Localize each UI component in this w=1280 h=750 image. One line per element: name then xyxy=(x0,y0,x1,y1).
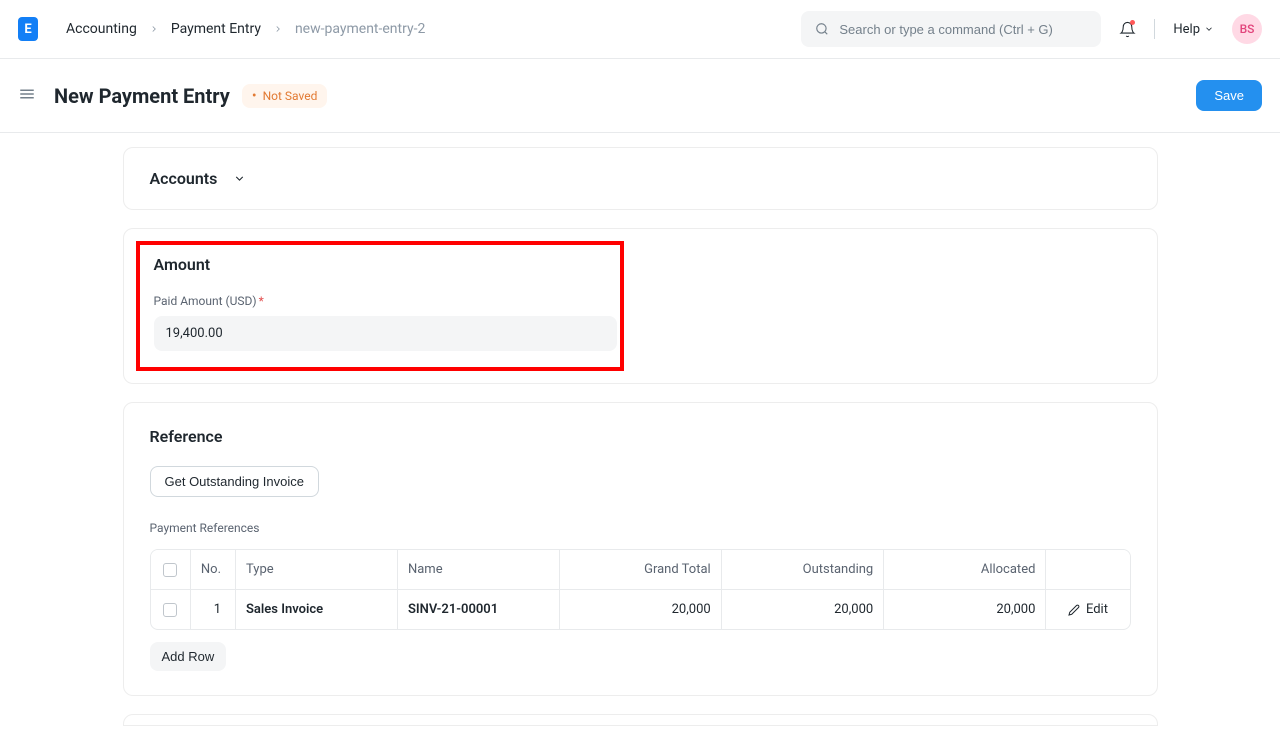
avatar[interactable]: BS xyxy=(1232,14,1262,44)
col-type-header[interactable]: Type xyxy=(236,550,398,590)
chevron-down-icon xyxy=(233,172,246,185)
search-input[interactable] xyxy=(801,11,1101,47)
paid-amount-label: Paid Amount (USD)* xyxy=(154,294,606,308)
payment-references-label: Payment References xyxy=(150,521,1131,535)
help-button[interactable]: Help xyxy=(1173,22,1214,37)
col-name-header[interactable]: Name xyxy=(397,550,559,590)
breadcrumb-accounting[interactable]: Accounting xyxy=(66,21,137,37)
col-edit-header xyxy=(1046,550,1130,590)
breadcrumb-current: new-payment-entry-2 xyxy=(295,21,425,37)
chevron-right-icon xyxy=(273,24,283,34)
select-all-checkbox[interactable] xyxy=(163,563,177,577)
breadcrumb-payment-entry[interactable]: Payment Entry xyxy=(171,21,261,37)
row-grand-total: 20,000 xyxy=(559,590,721,630)
app-logo-text: E xyxy=(24,22,31,37)
edit-label: Edit xyxy=(1086,602,1108,617)
row-checkbox[interactable] xyxy=(163,603,177,617)
row-type: Sales Invoice xyxy=(236,590,398,630)
nav-divider xyxy=(1154,19,1155,39)
page-title: New Payment Entry xyxy=(54,84,230,108)
hamburger-icon xyxy=(18,85,36,103)
chevron-right-icon xyxy=(149,24,159,34)
accounts-toggle[interactable]: Accounts xyxy=(150,169,1131,188)
app-logo[interactable]: E xyxy=(18,17,38,41)
content: Accounts Amount Paid Amount (USD)* 19,40… xyxy=(0,133,1280,750)
avatar-initials: BS xyxy=(1240,22,1255,36)
row-outstanding: 20,000 xyxy=(721,590,884,630)
save-button[interactable]: Save xyxy=(1196,80,1262,111)
table-header-row: No. Type Name Grand Total Outstanding Al… xyxy=(151,550,1130,590)
row-no: 1 xyxy=(190,590,235,630)
search-icon xyxy=(815,22,829,36)
col-allocated-header[interactable]: Allocated xyxy=(884,550,1046,590)
payment-references-table: No. Type Name Grand Total Outstanding Al… xyxy=(150,549,1131,630)
notifications-button[interactable] xyxy=(1119,21,1136,38)
status-badge: Not Saved xyxy=(242,84,327,108)
col-no-header: No. xyxy=(190,550,235,590)
menu-toggle[interactable] xyxy=(18,85,36,107)
next-section-peek xyxy=(123,714,1158,726)
search-field[interactable] xyxy=(839,22,1087,37)
amount-section: Amount Paid Amount (USD)* 19,400.00 xyxy=(123,228,1158,384)
page-header: New Payment Entry Not Saved Save xyxy=(0,59,1280,133)
amount-title: Amount xyxy=(154,255,606,274)
page-header-left: New Payment Entry Not Saved xyxy=(18,84,327,108)
reference-title: Reference xyxy=(150,427,1131,446)
navbar: E Accounting Payment Entry new-payment-e… xyxy=(0,0,1280,59)
notification-dot xyxy=(1130,20,1135,25)
edit-row-button[interactable]: Edit xyxy=(1056,602,1119,617)
row-name: SINV-21-00001 xyxy=(397,590,559,630)
accounts-title: Accounts xyxy=(150,169,218,188)
navbar-right: Help BS xyxy=(801,11,1262,47)
add-row-button[interactable]: Add Row xyxy=(150,642,227,671)
col-grandtotal-header[interactable]: Grand Total xyxy=(559,550,721,590)
status-text: Not Saved xyxy=(263,89,318,103)
amount-highlight: Amount Paid Amount (USD)* 19,400.00 xyxy=(136,241,624,371)
reference-section: Reference Get Outstanding Invoice Paymen… xyxy=(123,402,1158,696)
get-outstanding-invoice-button[interactable]: Get Outstanding Invoice xyxy=(150,466,319,497)
pencil-icon xyxy=(1068,604,1080,616)
help-label: Help xyxy=(1173,22,1200,37)
breadcrumb: Accounting Payment Entry new-payment-ent… xyxy=(66,21,425,37)
navbar-left: E Accounting Payment Entry new-payment-e… xyxy=(18,17,425,41)
accounts-section: Accounts xyxy=(123,147,1158,210)
chevron-down-icon xyxy=(1204,24,1214,34)
table-row[interactable]: 1 Sales Invoice SINV-21-00001 20,000 20,… xyxy=(151,590,1130,630)
col-outstanding-header[interactable]: Outstanding xyxy=(721,550,884,590)
row-allocated: 20,000 xyxy=(884,590,1046,630)
paid-amount-input[interactable]: 19,400.00 xyxy=(154,316,617,351)
